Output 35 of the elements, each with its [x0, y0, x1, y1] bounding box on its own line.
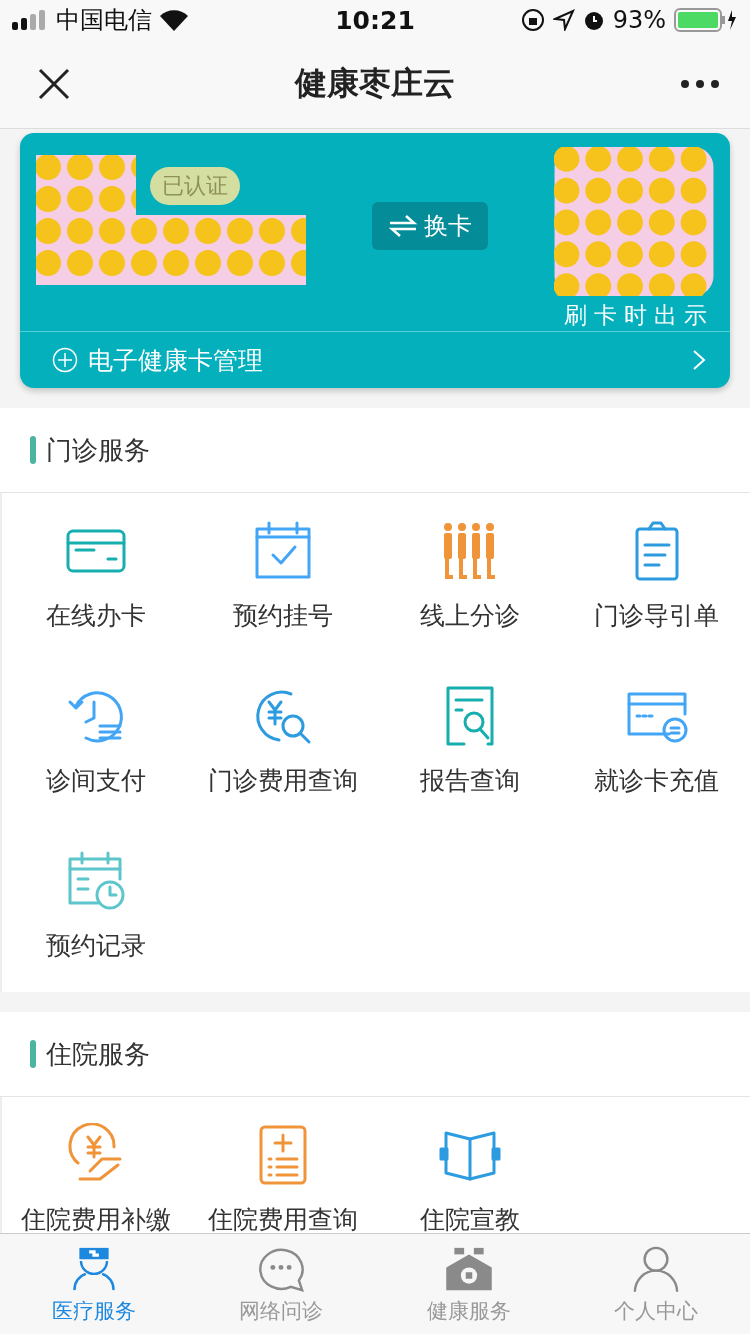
battery-percent: 93%: [612, 6, 666, 34]
service-label[interactable]: 在线办卡: [45, 599, 146, 632]
close-icon[interactable]: [38, 68, 70, 100]
plus-circle-icon: [52, 347, 78, 373]
service-label[interactable]: 线上分诊: [419, 599, 520, 632]
service-label[interactable]: 预约挂号: [232, 599, 333, 632]
location-icon: [552, 9, 575, 31]
section-title: 门诊服务: [46, 433, 150, 467]
nav-title: 健康枣庄云: [295, 63, 455, 104]
service-label[interactable]: 住院宣教: [419, 1203, 520, 1236]
service-label[interactable]: 住院费用补缴: [20, 1203, 171, 1236]
carrier-name: 中国电信: [56, 5, 152, 36]
section-marker: [30, 1040, 36, 1068]
switch-card-button[interactable]: 换卡: [372, 202, 488, 250]
status-time: 10:21: [335, 5, 415, 35]
health-card[interactable]: 已认证 换卡 刷卡时出示 电子健康卡管理: [20, 133, 730, 388]
service-label[interactable]: 门诊费用查询: [207, 764, 358, 797]
swap-icon: [388, 214, 418, 238]
battery-icon: [674, 8, 738, 32]
show-card-hint: 刷卡时出示: [564, 301, 714, 330]
wifi-icon: [160, 9, 188, 31]
service-label[interactable]: 预约记录: [45, 929, 146, 962]
service-label[interactable]: 报告查询: [419, 764, 520, 797]
verified-badge: 已认证: [150, 167, 240, 205]
section-title: 住院服务: [46, 1037, 150, 1071]
more-icon[interactable]: [680, 79, 720, 89]
service-label[interactable]: 住院费用查询: [207, 1203, 358, 1236]
signal-icon: [12, 10, 48, 30]
service-label[interactable]: 门诊导引单: [594, 599, 719, 632]
alarm-icon: [582, 9, 605, 31]
service-label[interactable]: 就诊卡充值: [594, 764, 719, 797]
section-marker: [30, 436, 36, 464]
rotation-lock-icon: [520, 8, 545, 32]
service-label[interactable]: 诊间支付: [45, 764, 146, 797]
chevron-right-icon: [692, 349, 706, 371]
